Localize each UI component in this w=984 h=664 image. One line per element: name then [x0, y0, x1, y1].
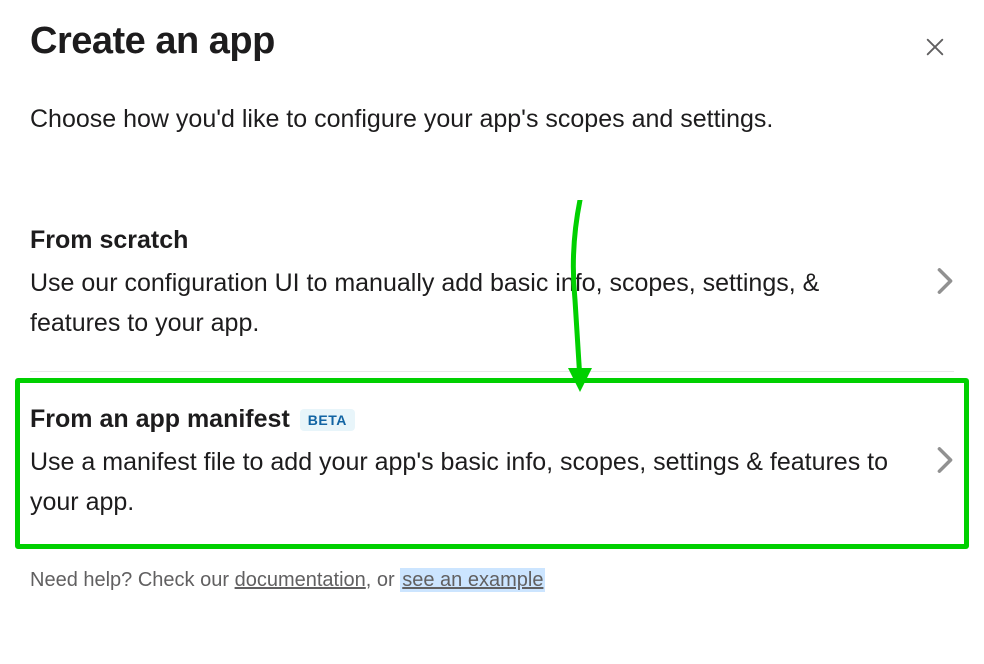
modal-subtitle: Choose how you'd like to configure your …: [30, 105, 954, 134]
modal-title: Create an app: [30, 20, 275, 63]
chevron-right-icon: [936, 446, 954, 481]
option-content: From an app manifest BETA Use a manifest…: [30, 405, 916, 522]
option-content: From scratch Use our configuration UI to…: [30, 226, 916, 343]
option-description: Use our configuration UI to manually add…: [30, 263, 916, 343]
option-title: From scratch: [30, 226, 916, 255]
modal-header: Create an app: [30, 20, 954, 70]
documentation-link[interactable]: documentation: [235, 569, 366, 591]
help-middle: , or: [366, 569, 400, 591]
help-text: Need help? Check our documentation, or s…: [30, 569, 954, 592]
highlighted-option-box: From an app manifest BETA Use a manifest…: [15, 378, 969, 549]
divider: [30, 371, 954, 372]
beta-badge: BETA: [300, 409, 355, 431]
chevron-right-icon: [936, 267, 954, 302]
option-from-manifest[interactable]: From an app manifest BETA Use a manifest…: [30, 383, 954, 544]
help-prefix: Need help? Check our: [30, 569, 235, 591]
option-title: From an app manifest BETA: [30, 405, 916, 434]
option-title-text: From an app manifest: [30, 405, 290, 434]
option-from-scratch[interactable]: From scratch Use our configuration UI to…: [30, 204, 954, 365]
close-icon: [924, 36, 946, 58]
example-link[interactable]: see an example: [400, 568, 545, 592]
option-description: Use a manifest file to add your app's ba…: [30, 442, 916, 522]
close-button[interactable]: [916, 28, 954, 70]
